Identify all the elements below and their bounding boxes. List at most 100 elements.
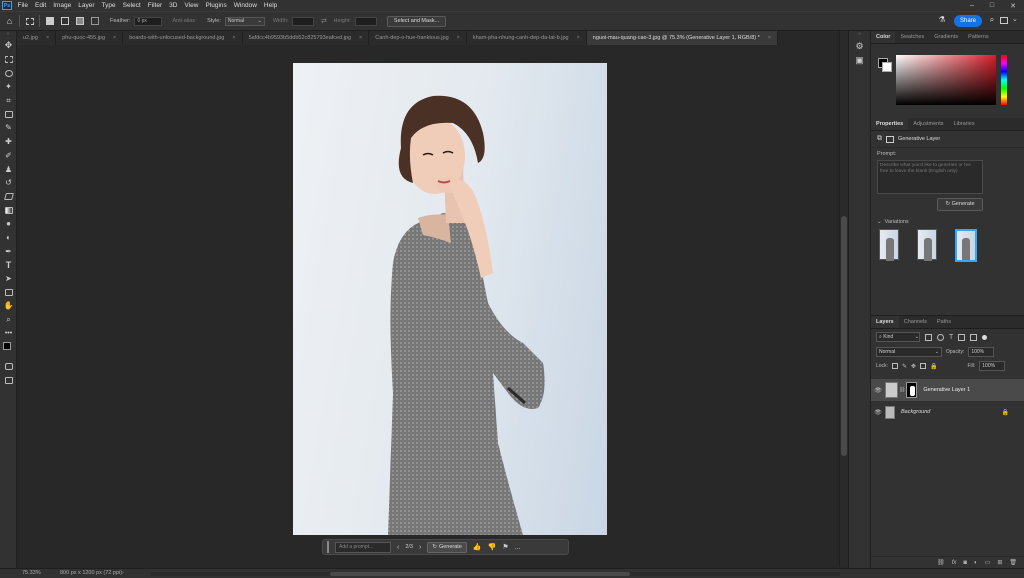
app-logo[interactable]: Ps (0, 0, 14, 11)
variations-header[interactable]: ⌄ Variations (871, 211, 1024, 229)
style-select[interactable]: Normal ⌄ (224, 16, 265, 26)
subtract-selection-icon[interactable] (74, 16, 85, 27)
drag-handle[interactable] (327, 541, 329, 553)
menu-help[interactable]: Help (260, 0, 280, 11)
variation-thumbnail[interactable] (879, 229, 899, 261)
close-tab-icon[interactable]: × (113, 31, 116, 45)
document-tab[interactable]: u2.jpg × (17, 31, 57, 45)
select-and-mask-button[interactable]: Select and Mask... (386, 15, 447, 27)
chevron-down-icon[interactable]: ⌄ (1012, 15, 1022, 27)
height-input[interactable] (354, 16, 377, 26)
blur-tool-icon[interactable]: ● (0, 217, 17, 231)
menu-type[interactable]: Type (98, 0, 119, 11)
tab-swatches[interactable]: Swatches (895, 31, 929, 43)
type-tool-icon[interactable]: T (0, 258, 17, 272)
tab-adjustments[interactable]: Adjustments (908, 118, 948, 130)
generate-button[interactable]: ↻ Generate (937, 198, 983, 211)
filter-toggle-icon[interactable] (982, 334, 988, 340)
thumbs-up-icon[interactable]: 👍 (473, 543, 482, 551)
lock-paint-icon[interactable]: ✎ (902, 363, 907, 370)
color-field[interactable] (896, 55, 996, 105)
home-icon[interactable]: ⌂ (4, 16, 15, 27)
background-swatch[interactable] (882, 62, 892, 72)
thumbs-down-icon[interactable]: 👎 (488, 543, 497, 551)
vertical-scrollbar[interactable] (839, 31, 848, 567)
add-mask-icon[interactable]: ◙ (963, 560, 967, 566)
close-tab-icon[interactable]: × (46, 31, 49, 45)
document-info[interactable]: 800 px x 1200 px (72 ppi) (60, 570, 122, 576)
rectangle-tool-icon[interactable] (0, 285, 17, 299)
smart-object-filter-icon[interactable] (970, 333, 978, 341)
new-group-icon[interactable]: ▭ (985, 559, 991, 566)
zoom-level[interactable]: 75.33% (22, 570, 41, 576)
lock-pixels-icon[interactable] (891, 363, 898, 369)
document-tab[interactable]: Canh-dep-o-hue-franktous.jpg × (369, 31, 467, 45)
document-tab[interactable]: phu-quoc-455.jpg × (56, 31, 124, 45)
layer-row[interactable]: 👁 Background 🔒 (871, 402, 1024, 422)
new-layer-icon[interactable]: ⊞ (997, 559, 1002, 566)
brush-tool-icon[interactable]: ✐ (0, 149, 17, 163)
generate-button[interactable]: ↻ Generate (427, 541, 467, 553)
eyedropper-tool-icon[interactable]: ✎ (0, 121, 17, 135)
crop-tool-icon[interactable]: ⌗ (0, 94, 17, 108)
marquee-tool-icon[interactable] (0, 53, 17, 67)
zoom-tool-icon[interactable]: ⌕ (0, 313, 17, 327)
collapse-icon[interactable]: « (849, 31, 870, 41)
healing-brush-tool-icon[interactable]: ✚ (0, 135, 17, 149)
menu-window[interactable]: Window (230, 0, 260, 11)
more-options-button[interactable]: ... (515, 544, 521, 551)
intersect-selection-icon[interactable] (89, 16, 100, 27)
close-tab-icon[interactable]: × (232, 31, 235, 45)
document-canvas[interactable] (293, 63, 607, 535)
visibility-eye-icon[interactable]: 👁 (871, 387, 885, 394)
chevron-right-icon[interactable]: › (122, 570, 124, 576)
history-brush-tool-icon[interactable]: ↺ (0, 176, 17, 190)
lasso-tool-icon[interactable] (0, 66, 17, 80)
tab-patterns[interactable]: Patterns (963, 31, 993, 43)
menu-image[interactable]: Image (50, 0, 75, 11)
document-tab-active[interactable]: nguoi-mau-quang-cao-3.jpg @ 75.3% (Gener… (586, 31, 779, 45)
variation-thumbnail[interactable] (917, 229, 937, 261)
close-tab-icon[interactable]: × (457, 31, 460, 45)
menu-layer[interactable]: Layer (75, 0, 98, 11)
libraries-icon[interactable]: ▣ (849, 55, 870, 69)
move-tool-icon[interactable]: ✥ (0, 39, 17, 53)
filter-kind-select[interactable]: ⌕ Kind ⌄ (876, 332, 920, 342)
hue-slider[interactable] (1001, 55, 1007, 105)
width-input[interactable] (292, 16, 315, 26)
antialias-checkbox[interactable]: Anti-alias (172, 18, 195, 24)
lock-icon[interactable]: 🔒 (1002, 409, 1009, 416)
flag-icon[interactable]: ⚑ (502, 543, 508, 551)
close-tab-icon[interactable]: × (359, 31, 362, 45)
menu-filter[interactable]: Filter (144, 0, 165, 11)
panel-collapse-icon[interactable]: » (0, 31, 16, 39)
learn-icon[interactable]: ⚙ (849, 41, 870, 55)
workspace-icon[interactable] (1000, 15, 1010, 27)
link-layers-icon[interactable]: ⛓ (937, 559, 945, 566)
color-swatches[interactable] (0, 340, 17, 360)
close-tab-icon[interactable]: × (577, 31, 580, 45)
share-button[interactable]: Share (954, 15, 982, 27)
frame-tool-icon[interactable] (0, 107, 17, 121)
chevron-right-icon[interactable]: › (419, 544, 421, 551)
fill-input[interactable]: 100% (979, 361, 1006, 371)
add-selection-icon[interactable] (59, 16, 70, 27)
search-icon[interactable]: ⌕ (986, 15, 998, 27)
shape-filter-icon[interactable] (958, 333, 966, 341)
prompt-textarea[interactable]: Describe what you'd like to generate or … (877, 160, 983, 194)
tab-properties[interactable]: Properties (871, 118, 909, 130)
close-icon[interactable]: ✕ (1010, 2, 1016, 10)
lock-all-icon[interactable]: 🔒 (930, 363, 937, 370)
prompt-input[interactable]: Add a prompt... (335, 541, 391, 553)
hand-tool-icon[interactable]: ✋ (0, 299, 17, 313)
variation-thumbnail-selected[interactable] (955, 229, 977, 262)
pixel-filter-icon[interactable] (925, 333, 932, 341)
layer-row-selected[interactable]: 👁 ⛓ Generative Layer 1 (871, 379, 1024, 401)
tab-channels[interactable]: Channels (899, 316, 932, 328)
close-tab-icon[interactable]: × (768, 31, 771, 45)
menu-plugins[interactable]: Plugins (202, 0, 230, 11)
minimize-icon[interactable]: – (970, 2, 974, 9)
tab-gradients[interactable]: Gradients (929, 31, 963, 43)
adjustment-filter-icon[interactable] (937, 333, 944, 341)
pen-tool-icon[interactable]: ✒ (0, 244, 17, 258)
